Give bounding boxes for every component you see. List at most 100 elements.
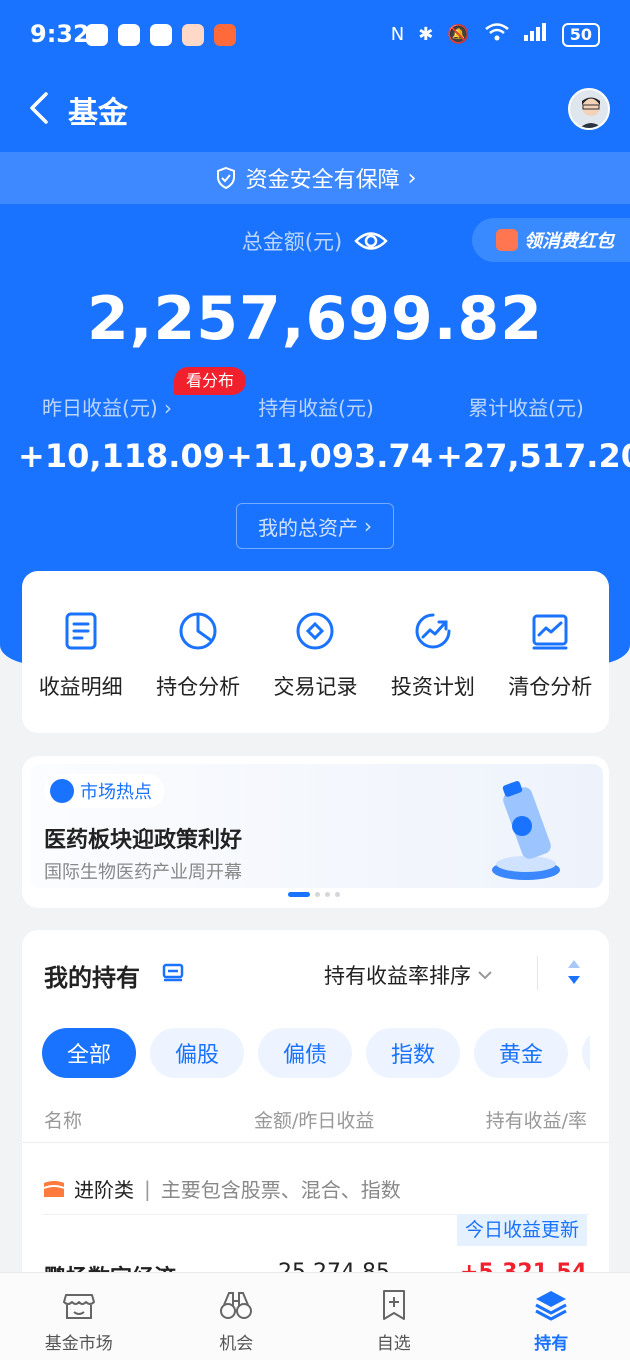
yesterday-profit[interactable]: 昨日收益(元) › +10,118.09 xyxy=(18,392,225,475)
store-icon xyxy=(62,1294,95,1319)
banner-title: 医药板块迎政策利好 xyxy=(44,828,243,853)
system-icons: N ✱ 🔕 50 xyxy=(391,22,600,47)
holding-profit: 持有收益(元) +11,093.74 xyxy=(226,392,433,475)
tab-watchlist[interactable]: 自选 xyxy=(315,1273,473,1360)
sort-dropdown[interactable]: 持有收益率排序 xyxy=(324,960,493,990)
carousel-dot xyxy=(325,892,330,897)
chevron-right-icon: › xyxy=(163,396,172,420)
tab-fund-market[interactable]: 基金市场 xyxy=(0,1273,158,1360)
document-icon xyxy=(65,612,97,650)
app-notification-icon xyxy=(150,24,172,46)
notification-icons xyxy=(86,24,236,46)
bottom-tab-bar: 基金市场 机会 自选 持有 xyxy=(0,1272,630,1360)
quick-actions-card: 收益明细 持仓分析 交易记录 投资计划 清仓分析 xyxy=(22,571,609,733)
action-label: 持仓分析 xyxy=(156,675,241,699)
consumption-red-packet-button[interactable]: 领消费红包 xyxy=(472,218,630,262)
security-guarantee-link[interactable]: 资金安全有保障 › xyxy=(0,152,630,204)
carousel-dot xyxy=(288,892,310,897)
avatar[interactable] xyxy=(568,88,610,130)
chevron-right-icon: › xyxy=(364,514,372,538)
chip-more[interactable] xyxy=(582,1028,590,1078)
action-investment-plan[interactable]: 投资计划 xyxy=(377,609,489,701)
chevron-down-icon xyxy=(478,971,492,980)
holdings-title: 我的持有 xyxy=(44,964,140,992)
yesterday-profit-value: +10,118.09 xyxy=(18,437,225,475)
total-assets-label: 我的总资产 xyxy=(258,515,358,540)
category-description: 主要包含股票、混合、指数 xyxy=(160,1178,401,1202)
diamond-icon xyxy=(296,612,334,650)
page-title: 基金 xyxy=(68,96,128,131)
holding-profit-label: 持有收益(元) xyxy=(258,396,374,420)
column-header-name: 名称 xyxy=(44,1110,83,1132)
chevron-right-icon: › xyxy=(407,165,417,191)
layers-icon xyxy=(535,1291,567,1321)
binoculars-icon xyxy=(220,1292,253,1319)
chevron-left-icon xyxy=(30,92,48,124)
carousel-indicator xyxy=(288,892,340,897)
action-transaction-records[interactable]: 交易记录 xyxy=(259,609,371,701)
action-label: 收益明细 xyxy=(38,675,123,699)
action-label: 清仓分析 xyxy=(508,675,593,699)
security-label: 资金安全有保障 xyxy=(245,168,400,193)
eye-icon[interactable] xyxy=(354,230,388,252)
message-notification-icon xyxy=(118,24,140,46)
medicine-bottle-icon xyxy=(492,781,560,880)
bookmark-plus-icon xyxy=(382,1290,405,1320)
shield-check-icon xyxy=(216,166,235,190)
tab-opportunity[interactable]: 机会 xyxy=(158,1273,316,1360)
action-position-analysis[interactable]: 持仓分析 xyxy=(142,609,254,701)
banner-tag-label: 市场热点 xyxy=(80,782,152,803)
chip-bond[interactable]: 偏债 xyxy=(258,1028,352,1078)
profit-update-badge: 今日收益更新 xyxy=(456,1214,587,1246)
distribution-badge[interactable]: 看分布 xyxy=(174,367,247,395)
battery-icon: 50 xyxy=(561,22,600,47)
market-hotspot-banner[interactable]: 市场热点 医药板块迎政策利好 国际生物医药产业周开幕 xyxy=(22,756,609,908)
tab-label: 自选 xyxy=(376,1334,411,1354)
tab-label: 机会 xyxy=(219,1334,254,1354)
column-header-profit: 持有收益/率 xyxy=(485,1110,587,1132)
tab-holdings[interactable]: 持有 xyxy=(473,1273,630,1360)
carousel-dot xyxy=(315,892,320,897)
chip-equity[interactable]: 偏股 xyxy=(150,1028,244,1078)
category-filter-chips: 全部 偏股 偏债 指数 黄金 xyxy=(42,1028,590,1078)
app-notification-icon xyxy=(214,24,236,46)
cumulative-profit-value: +27,517.20 xyxy=(436,437,630,475)
status-time: 9:32 xyxy=(30,20,90,48)
cumulative-profit: 累计收益(元) +27,517.20 xyxy=(436,392,630,475)
action-profit-detail[interactable]: 收益明细 xyxy=(25,609,137,701)
carousel-dot xyxy=(335,892,340,897)
wallet-icon[interactable] xyxy=(162,962,184,982)
holding-profit-value: +11,093.74 xyxy=(226,437,433,475)
trend-up-icon xyxy=(415,613,451,649)
category-row: 进阶类 | 主要包含股票、混合、指数 xyxy=(42,1174,401,1203)
tab-label: 基金市场 xyxy=(44,1334,113,1354)
banner-subtitle: 国际生物医药产业周开幕 xyxy=(44,862,242,883)
category-name: 进阶类 xyxy=(74,1178,134,1202)
chip-index[interactable]: 指数 xyxy=(366,1028,460,1078)
total-label-text: 总金额(元) xyxy=(241,230,343,254)
total-assets-button[interactable]: 我的总资产 › xyxy=(236,503,394,549)
banner-tag: 市场热点 xyxy=(44,774,164,808)
chip-gold[interactable]: 黄金 xyxy=(474,1028,568,1078)
tab-label: 持有 xyxy=(534,1334,569,1354)
sort-order-icon[interactable] xyxy=(566,958,582,986)
nfc-icon: N xyxy=(390,24,405,45)
app-notification-icon xyxy=(182,24,204,46)
divider xyxy=(537,956,538,990)
action-label: 投资计划 xyxy=(390,675,475,699)
action-label: 交易记录 xyxy=(273,675,358,699)
signal-icon xyxy=(523,23,548,46)
back-button[interactable] xyxy=(20,86,60,130)
category-icon xyxy=(43,1180,65,1197)
app-notification-icon xyxy=(86,24,108,46)
mute-icon: 🔕 xyxy=(447,24,470,45)
total-amount-value: 2,257,699.82 xyxy=(86,284,544,354)
divider xyxy=(22,1142,609,1143)
flame-icon xyxy=(50,779,74,803)
wifi-icon xyxy=(484,22,510,47)
action-liquidation-analysis[interactable]: 清仓分析 xyxy=(494,609,606,701)
status-bar: 9:32 N ✱ 🔕 50 xyxy=(0,0,630,72)
category-separator: | xyxy=(144,1176,151,1201)
pie-chart-icon xyxy=(179,612,217,650)
chip-all[interactable]: 全部 xyxy=(42,1028,136,1078)
